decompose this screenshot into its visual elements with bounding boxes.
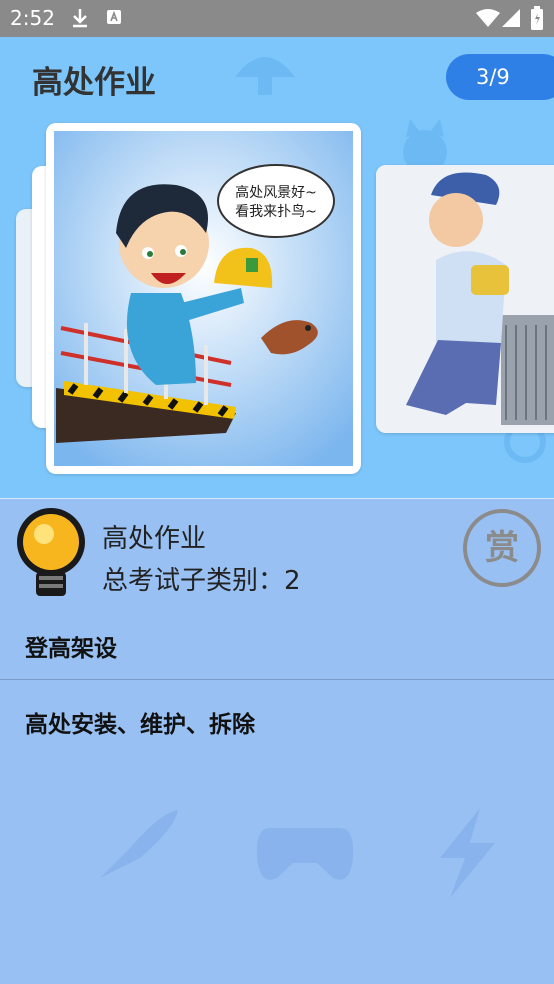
wifi-icon xyxy=(476,9,500,31)
lightning-deco-icon xyxy=(420,808,510,902)
carousel-card-current[interactable]: 高处风景好~ 看我来扑鸟~ xyxy=(46,123,361,474)
speech-line-1: 高处风景好~ xyxy=(235,184,317,201)
technician-illustration xyxy=(376,165,554,433)
category-name: 高处作业 xyxy=(102,524,207,554)
speech-line-2: 看我来扑鸟~ xyxy=(235,204,317,220)
download-icon xyxy=(70,7,90,33)
section-divider xyxy=(0,498,554,499)
worker-at-height-illustration: 高处风景好~ 看我来扑鸟~ xyxy=(54,131,353,466)
signal-icon xyxy=(502,9,520,31)
gamepad-deco-icon xyxy=(255,818,355,892)
subcategory-count: 总考试子类别：2 xyxy=(102,566,301,596)
mushroom-deco-icon xyxy=(230,47,300,101)
keyboard-a-icon xyxy=(106,9,122,29)
status-bar: 2:52 xyxy=(0,0,554,37)
carousel-card-next[interactable] xyxy=(376,165,554,433)
list-item-climbing-scaffolding[interactable]: 登高架设 xyxy=(0,607,554,677)
battery-icon xyxy=(531,6,543,34)
page-counter: 3/9 xyxy=(446,54,554,100)
carousel-section: 高处作业 3/9 高处风景好~ 看我来扑鸟~ xyxy=(0,37,554,498)
rocket-deco-icon xyxy=(90,808,180,892)
page-title: 高处作业 xyxy=(32,65,156,101)
list-item-label: 登高架设 xyxy=(25,636,117,662)
reward-button[interactable]: 赏 xyxy=(463,509,541,587)
lightbulb-icon xyxy=(14,504,88,608)
list-separator xyxy=(0,679,554,680)
list-item-install-maintain-dismantle[interactable]: 高处安装、维护、拆除 xyxy=(0,683,554,753)
status-time: 2:52 xyxy=(10,6,55,30)
list-item-label: 高处安装、维护、拆除 xyxy=(25,712,255,738)
